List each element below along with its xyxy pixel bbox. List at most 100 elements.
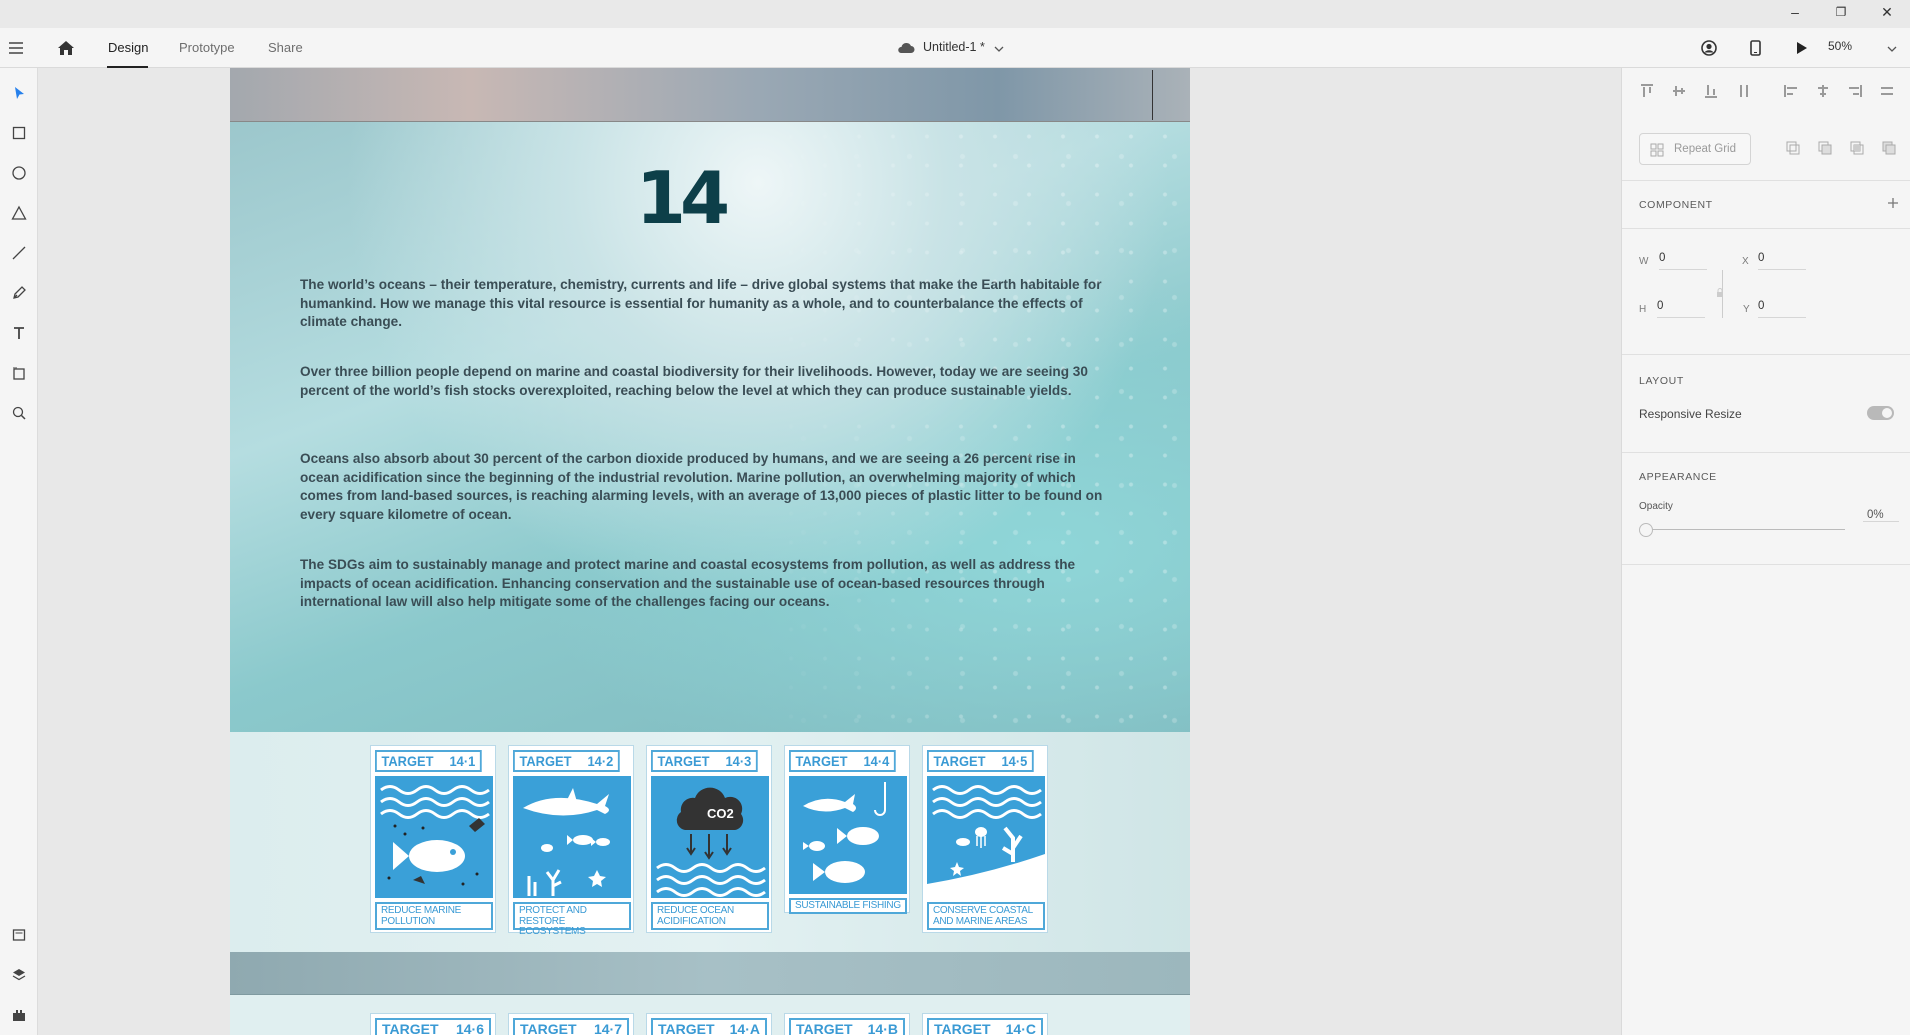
fish-pollution-icon	[375, 776, 493, 898]
responsive-resize-toggle[interactable]	[1867, 406, 1894, 420]
coastal-coral-icon	[927, 776, 1045, 898]
align-left-icon[interactable]	[1783, 83, 1799, 102]
fishes-hook-icon	[789, 776, 907, 894]
home-icon[interactable]	[55, 37, 77, 59]
device-preview-icon[interactable]	[1744, 37, 1766, 59]
repeat-grid-button[interactable]: Repeat Grid	[1639, 133, 1751, 165]
ocean-background-image[interactable]: 14 The world’s oceans – their temperatur…	[230, 122, 1190, 732]
opacity-slider-thumb[interactable]	[1639, 523, 1653, 537]
target-header: TARGET 14·A	[651, 1018, 767, 1035]
divider	[1622, 228, 1910, 229]
target-card-14-b[interactable]: TARGET 14·B	[784, 1013, 910, 1035]
add-component-icon[interactable]	[1886, 196, 1900, 210]
zoom-level[interactable]: 50%	[1828, 39, 1852, 53]
layout-section-title: LAYOUT	[1639, 375, 1684, 387]
close-button[interactable]: ✕	[1864, 0, 1910, 24]
component-section-title: COMPONENT	[1639, 199, 1713, 211]
height-field[interactable]: 0	[1657, 300, 1705, 318]
zoom-tool-icon[interactable]	[4, 398, 34, 428]
boolean-add-icon[interactable]	[1785, 140, 1801, 159]
user-feedback-icon[interactable]	[1698, 37, 1720, 59]
align-bottom-icon[interactable]	[1703, 83, 1719, 102]
distribute-horizontal-icon[interactable]	[1879, 83, 1895, 102]
pen-tool-icon[interactable]	[4, 278, 34, 308]
opacity-slider[interactable]	[1639, 522, 1847, 538]
property-inspector: Repeat Grid COMPONENT W 0 X 0 H 0 Y 0 LA…	[1621, 68, 1910, 1035]
design-canvas[interactable]: 14 The world’s oceans – their temperatur…	[38, 68, 1621, 1035]
play-preview-icon[interactable]	[1790, 37, 1812, 59]
boolean-exclude-icon[interactable]	[1881, 140, 1897, 159]
responsive-resize-label: Responsive Resize	[1639, 407, 1742, 421]
target-card-14-a[interactable]: TARGET 14·A	[646, 1013, 772, 1035]
paragraph-livelihoods: Over three billion people depend on mari…	[300, 364, 1088, 398]
opacity-field[interactable]: 0%	[1863, 509, 1899, 522]
align-top-icon[interactable]	[1639, 83, 1655, 102]
y-label: Y	[1743, 304, 1750, 315]
paragraph-sdgs: The SDGs aim to sustainably manage and p…	[300, 557, 1076, 609]
plugins-panel-icon[interactable]	[4, 1000, 34, 1030]
polygon-tool-icon[interactable]	[4, 198, 34, 228]
divider	[1622, 180, 1910, 181]
text-tool-icon[interactable]	[4, 318, 34, 348]
target-header: TARGET 14·7	[513, 1018, 629, 1035]
window-titlebar: – ❐ ✕	[0, 0, 1910, 28]
divider	[1622, 452, 1910, 453]
paragraph-carbon: Oceans also absorb about 30 percent of t…	[300, 451, 1103, 522]
distribute-vertical-icon[interactable]	[1735, 83, 1751, 102]
target-card-14-1[interactable]: TARGET 14·1 REDUCE MARINE POLLUTION	[370, 745, 496, 933]
width-field[interactable]: 0	[1659, 252, 1707, 270]
maximize-button[interactable]: ❐	[1818, 0, 1864, 24]
line-tool-icon[interactable]	[4, 238, 34, 268]
target-card-14-3[interactable]: TARGET 14·3 CO2 REDUCE OCEAN ACIDIFICATIO…	[646, 745, 772, 933]
opacity-label: Opacity	[1639, 501, 1673, 512]
assets-panel-icon[interactable]	[4, 920, 34, 950]
boolean-intersect-icon[interactable]	[1849, 140, 1865, 159]
target-label: REDUCE MARINE POLLUTION	[375, 902, 493, 930]
target-header: TARGET 14·6	[375, 1018, 491, 1035]
target-label: REDUCE OCEAN ACIDIFICATION	[651, 902, 769, 930]
divider	[1622, 564, 1910, 565]
x-label: X	[1742, 256, 1749, 267]
align-center-icon[interactable]	[1815, 83, 1831, 102]
select-tool-icon[interactable]	[4, 78, 34, 108]
ellipse-tool-icon[interactable]	[4, 158, 34, 188]
target-card-14-5[interactable]: TARGET 14·5 CONSERVE COASTAL AND MARINE A…	[922, 745, 1048, 933]
artboard[interactable]: 14 The world’s oceans – their temperatur…	[230, 68, 1190, 1035]
tab-design[interactable]: Design	[108, 40, 148, 55]
tab-share[interactable]: Share	[268, 40, 303, 55]
zoom-chevron-down-icon[interactable]	[1886, 42, 1898, 54]
shark-coral-icon	[513, 776, 631, 898]
target-label: PROTECT AND RESTORE ECOSYSTEMS	[513, 902, 631, 937]
target-header: TARGET 14·C	[927, 1018, 1043, 1035]
artboard-tool-icon[interactable]	[4, 358, 34, 388]
y-field[interactable]: 0	[1758, 300, 1806, 318]
chevron-down-icon[interactable]	[993, 42, 1005, 54]
document-title[interactable]: Untitled-1 *	[923, 40, 985, 54]
lock-aspect-link[interactable]	[1715, 270, 1723, 318]
hamburger-menu-icon[interactable]	[6, 38, 26, 58]
width-label: W	[1639, 256, 1649, 267]
target-card-14-6[interactable]: TARGET 14·6	[370, 1013, 496, 1035]
boolean-subtract-icon[interactable]	[1817, 140, 1833, 159]
align-right-icon[interactable]	[1847, 83, 1863, 102]
target-card-14-c[interactable]: TARGET 14·C	[922, 1013, 1048, 1035]
appearance-section-title: APPEARANCE	[1639, 471, 1717, 483]
target-card-14-7[interactable]: TARGET 14·7	[508, 1013, 634, 1035]
x-field[interactable]: 0	[1758, 252, 1806, 270]
goal-number-heading: 14	[635, 156, 730, 240]
hero-image-strip[interactable]	[230, 68, 1190, 122]
target-label: CONSERVE COASTAL AND MARINE AREAS	[927, 902, 1045, 930]
layers-panel-icon[interactable]	[4, 960, 34, 990]
lock-icon	[1717, 288, 1723, 297]
minimize-button[interactable]: –	[1772, 0, 1818, 24]
section-divider-image[interactable]	[230, 952, 1190, 995]
target-card-14-4[interactable]: TARGET 14·4 SUSTAINABLE FISHING	[784, 745, 910, 914]
divider	[1622, 354, 1910, 355]
scroll-marker	[1152, 70, 1153, 120]
height-label: H	[1639, 304, 1647, 315]
target-card-14-2[interactable]: TARGET 14·2 PROTECT AND RESTORE ECOSYSTEM…	[508, 745, 634, 937]
co2-cloud-icon: CO2	[651, 776, 769, 898]
tab-prototype[interactable]: Prototype	[179, 40, 235, 55]
align-middle-icon[interactable]	[1671, 83, 1687, 102]
rectangle-tool-icon[interactable]	[4, 118, 34, 148]
